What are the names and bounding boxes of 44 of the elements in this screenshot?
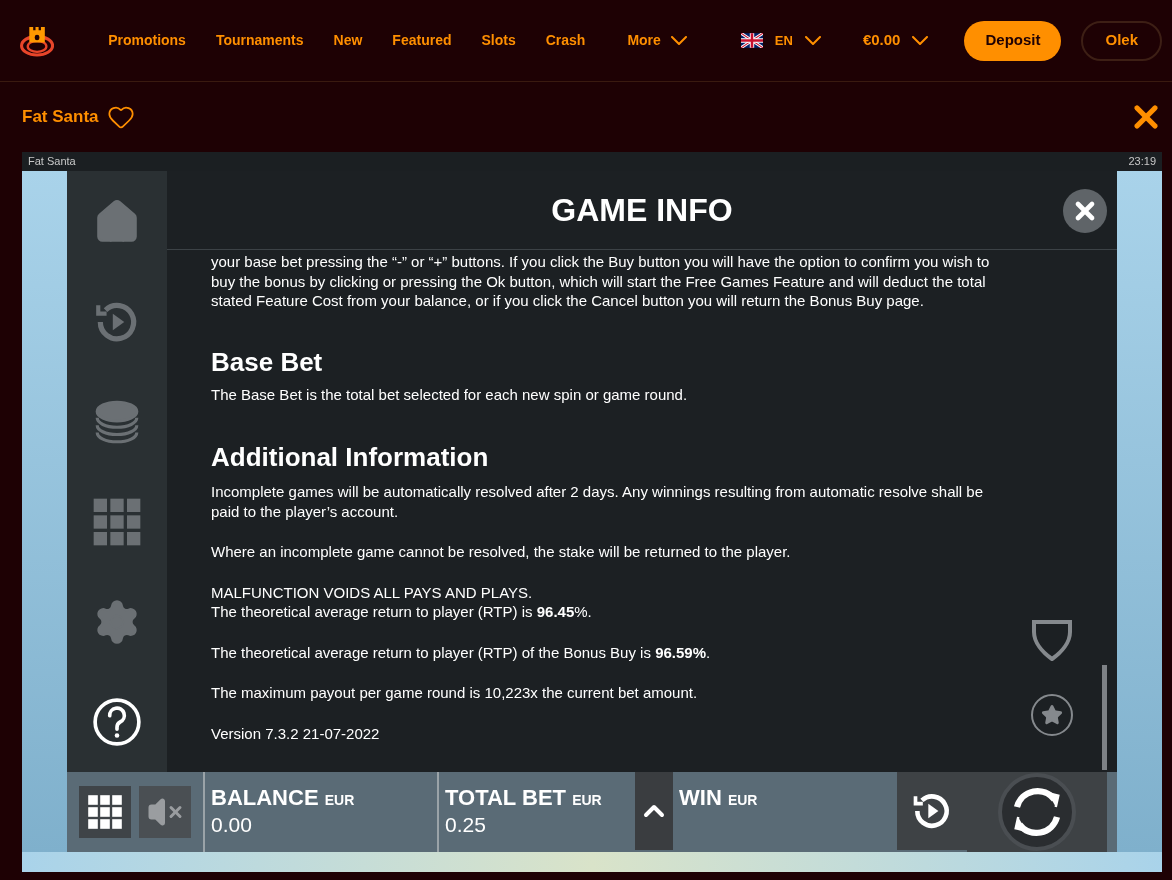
info-paragraph: your base bet pressing the “-” or “+” buttons. If you click the Buy button you will have the option to confirm you wish to buy the bonus by clicking or pressing the Ok button, which will start the Free Games Feature and will deduct the total stated Feature Cost from your balance, or if you click the Cancel button you will return the Bonus Buy page. <box>211 252 991 311</box>
info-paragraph: The theoretical average return to player (RTP) of the Bonus Buy is 96.59%. <box>211 642 712 662</box>
mute-button[interactable] <box>139 786 191 838</box>
nav-link[interactable]: Promotions <box>108 30 186 51</box>
help-icon <box>92 697 142 747</box>
bet-up-button[interactable] <box>635 772 673 850</box>
info-paragraph: Incomplete games will be automatically resolved after 2 days. Any winnings resulting from automatic resolve shall be paid to the player’s account. <box>211 482 985 521</box>
info-paragraph: Version 7.3.2 21-07-2022 <box>211 723 381 743</box>
game-title: Fat Santa <box>22 106 99 129</box>
nav-link[interactable]: New <box>333 30 363 51</box>
field-value: 0.00 <box>211 812 253 838</box>
nav-link[interactable]: Crash <box>545 30 586 51</box>
scrollbar[interactable] <box>1102 665 1107 770</box>
info-paragraph: The Base Bet is the total bet selected for each new spin or game round. <box>211 384 689 404</box>
nav-link[interactable]: Tournaments <box>215 30 304 51</box>
nav-link[interactable]: Featured <box>392 30 452 51</box>
info-paragraph: Where an incomplete game cannot be resolved, the stake will be returned to the player. <box>211 542 792 562</box>
clock: 23:19 <box>1128 154 1156 170</box>
deposit-button[interactable]: Deposit <box>964 20 1062 61</box>
field-label: BALANCE EUR <box>211 786 356 812</box>
autoplay-button[interactable] <box>897 772 967 850</box>
close-button[interactable] <box>1063 189 1107 233</box>
shield-icon[interactable] <box>1031 619 1073 661</box>
field-label: TOTAL BET EUR <box>445 786 603 812</box>
flag-icon <box>740 33 763 48</box>
grid-icon <box>92 497 142 547</box>
game-frame-title: Fat Santa <box>28 154 76 170</box>
balance-selector[interactable]: €0.00 <box>862 29 929 52</box>
user-button[interactable]: Olek <box>1081 20 1162 61</box>
field-value: 0.25 <box>445 812 487 838</box>
nav-link[interactable]: More <box>627 30 687 51</box>
info-paragraph: The maximum payout per game round is 10,223x the current bet amount. <box>211 683 699 703</box>
section-heading: Base Bet <box>211 346 324 377</box>
info-paragraph: MALFUNCTION VOIDS ALL PAYS AND PLAYS. <box>211 582 534 602</box>
info-paragraph: The theoretical average return to player (RTP) is 96.45%. <box>211 602 593 622</box>
nav-link[interactable]: Slots <box>481 30 516 51</box>
chevron-icon <box>804 36 821 45</box>
chevron-icon <box>912 36 929 45</box>
grid-icon <box>87 794 123 830</box>
field-label: WIN EUR <box>679 786 759 812</box>
section-heading: Additional Information <box>211 442 490 472</box>
menu-button[interactable] <box>79 786 131 838</box>
info-title: GAME INFO <box>551 191 733 230</box>
language-selector[interactable]: EN <box>740 30 821 51</box>
